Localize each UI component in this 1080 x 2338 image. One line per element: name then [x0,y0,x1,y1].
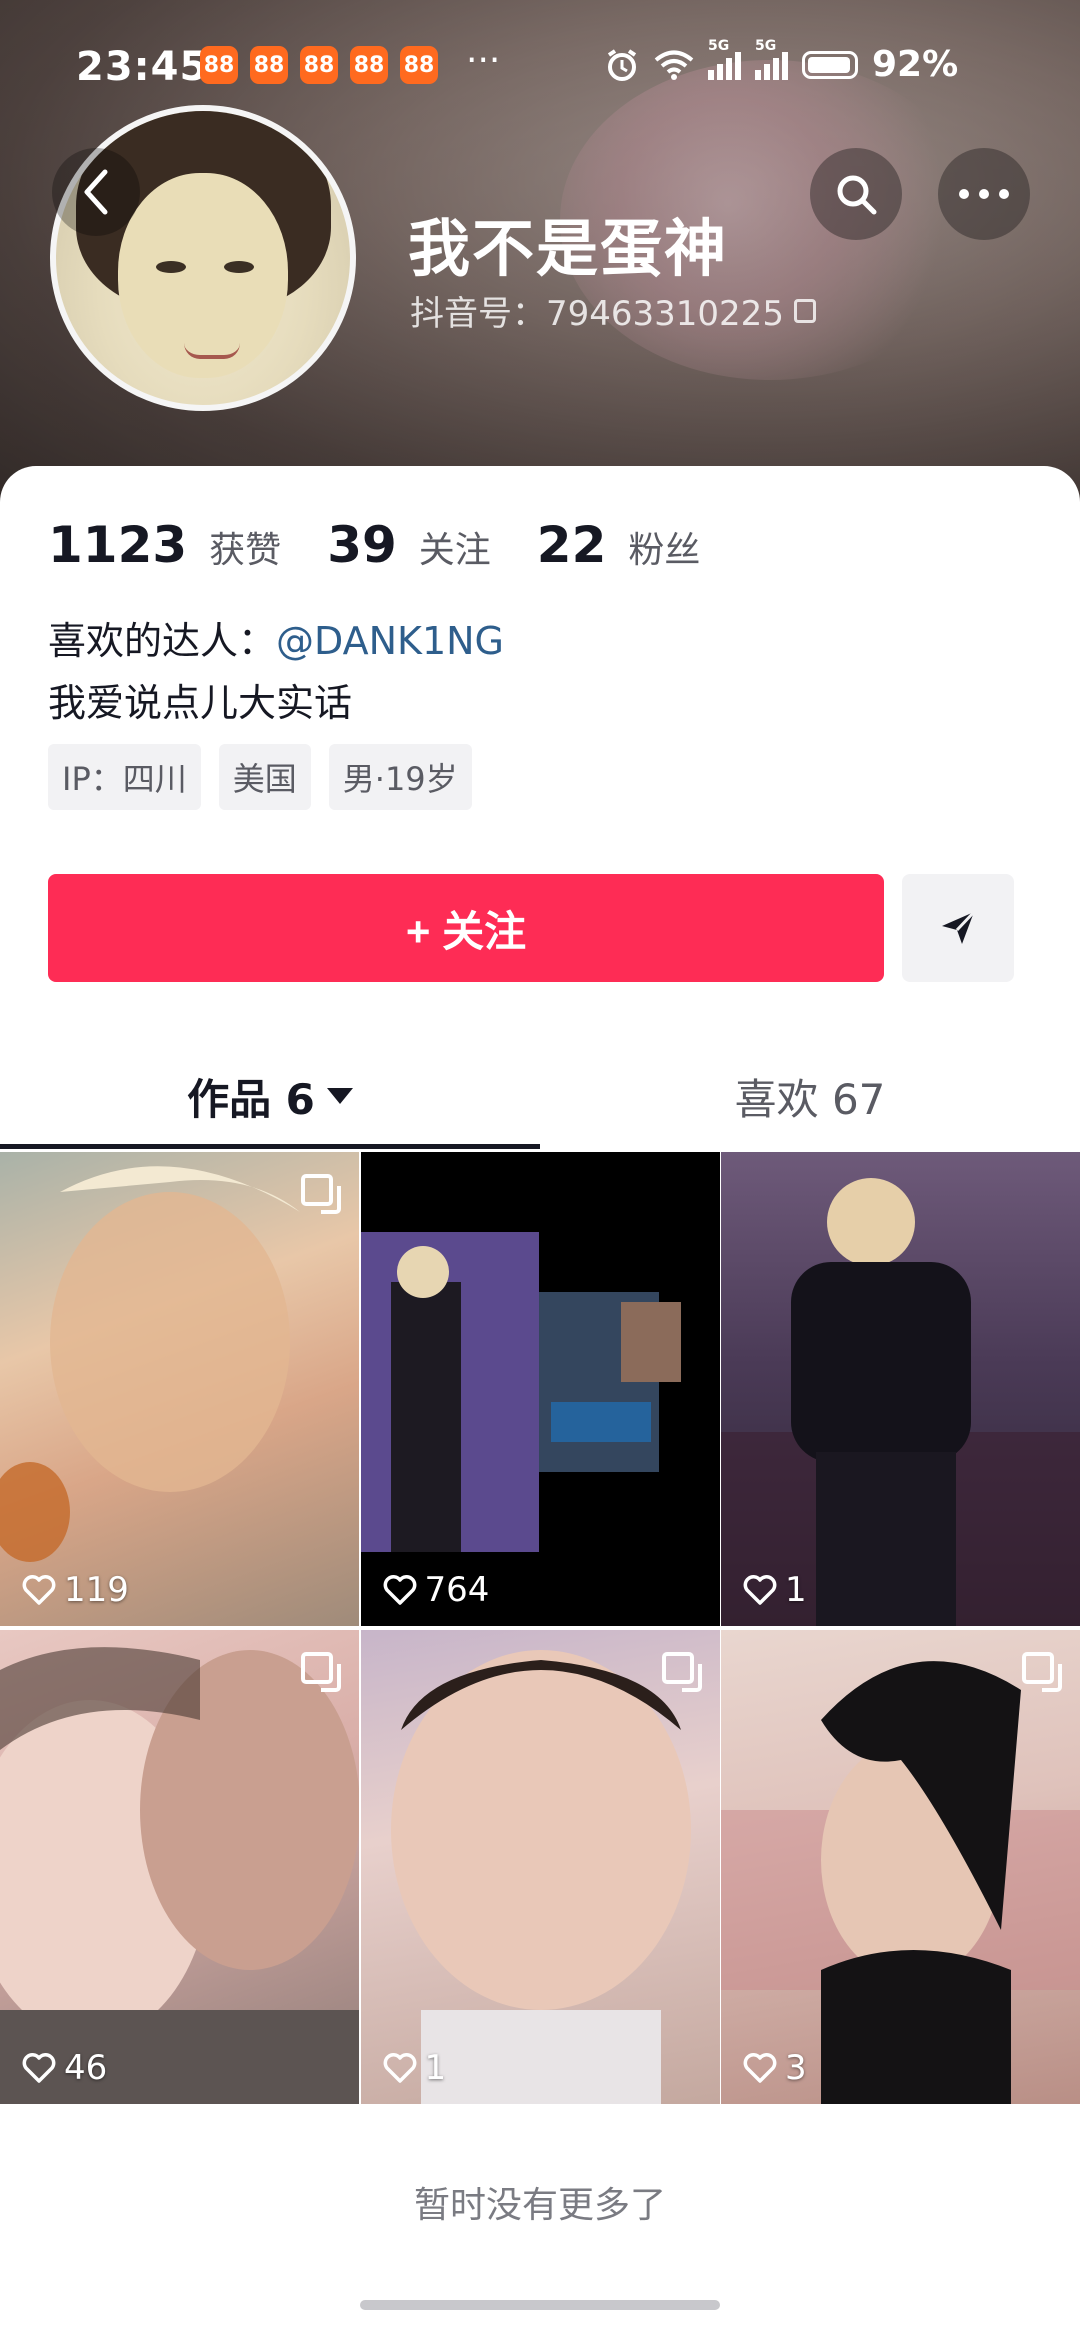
profile-bio: 我爱说点儿大实话 [48,681,353,725]
video-likes: 764 [383,1570,489,1610]
likes-label: 获赞 [209,530,282,571]
ip-location-tag: IP：四川 [48,744,201,810]
thumbnail-image [0,1166,300,1562]
cell-signal-icon: 5G [708,38,741,80]
app-notification-icon: 88 [300,46,338,84]
heart-outline-icon [743,2053,777,2083]
region-tag: 美国 [218,744,311,810]
tab-works[interactable]: 作品 6 [0,1046,540,1146]
multi-image-icon [301,1174,341,1214]
app-notification-icon: 88 [350,46,388,84]
heart-outline-icon [383,2053,416,2083]
video-likes: 119 [22,1570,129,1610]
profile-stats: 1123 获赞 39 关注 22 粉丝 [48,516,724,574]
end-of-list-text: 暂时没有更多了 [413,2185,666,2226]
heart-outline-icon [743,1575,777,1605]
heart-outline-icon [22,2053,56,2083]
chevron-left-icon [84,169,108,215]
thumbnail-image [390,1650,691,2104]
video-thumbnail[interactable]: 119 [0,1152,359,1626]
alarm-icon [607,48,637,81]
heart-outline-icon [22,1575,56,1605]
more-options-button[interactable] [938,148,1030,240]
cell-signal-icon: 5G [755,38,788,80]
active-tab-indicator [0,1144,540,1149]
back-button[interactable] [52,148,140,236]
video-thumbnail[interactable]: 764 [360,1152,720,1626]
status-time: 23:45 [76,44,209,90]
video-likes: 1 [743,1570,807,1610]
profile-tags: IP：四川 美国 男·19岁 [48,744,472,810]
profile-id-text: 抖音号：79463310225 [410,294,784,334]
more-notifications-icon: ··· [466,40,501,81]
video-thumbnail[interactable]: 1 [721,1152,1080,1626]
video-likes: 1 [383,2048,446,2088]
followers-label[interactable]: 粉丝 [628,521,700,573]
tab-liked[interactable]: 喜欢 67 [540,1046,1080,1146]
followers-count[interactable]: 22 [537,516,607,574]
app-notification-icon: 88 [250,46,288,84]
send-icon [942,910,976,944]
app-notification-icon: 88 [400,46,438,84]
tab-works-label: 作品 6 [187,1074,315,1124]
home-indicator[interactable] [360,2300,720,2310]
video-likes: 3 [743,2048,807,2088]
follow-button[interactable]: + 关注 [48,874,884,982]
wifi-icon [654,50,694,80]
gender-age-tag: 男·19岁 [328,744,472,810]
thumbnail-image [0,1647,359,2104]
app-notification-icon: 88 [200,46,238,84]
thumbnail-image [721,1178,1080,1626]
more-horizontal-icon [959,189,1009,199]
search-button[interactable] [810,148,902,240]
copy-icon[interactable] [793,298,816,323]
video-likes: 46 [22,2048,107,2088]
video-grid: 119 764 1 46 1 3 [0,1152,1080,2104]
send-message-button[interactable] [902,874,1014,982]
following-label[interactable]: 关注 [419,521,491,573]
video-thumbnail[interactable]: 46 [0,1630,359,2104]
multi-image-icon [301,1652,341,1692]
notification-icons: 88 88 88 88 88 [200,46,438,84]
favorite-creator-line: 喜欢的达人：@DANK1NG [48,610,504,665]
likes-count: 1123 [48,516,188,574]
thumbnail-image [721,1661,1080,2104]
battery-icon [802,50,858,79]
profile-id[interactable]: 抖音号：79463310225 [410,286,816,335]
favorite-creator-link[interactable]: @DANK1NG [276,619,504,663]
thumbnail-image [360,1232,681,1552]
caret-down-icon [326,1088,353,1104]
video-thumbnail[interactable]: 1 [360,1630,720,2104]
multi-image-icon [661,1652,702,1692]
profile-name: 我不是蛋神 [408,212,729,285]
favorite-creator-prefix: 喜欢的达人： [48,619,277,663]
multi-image-icon [1022,1652,1062,1692]
battery-percent: 92% [872,44,959,85]
heart-outline-icon [383,1575,416,1605]
content-tabs: 作品 6 喜欢 67 [0,1046,1080,1149]
video-thumbnail[interactable]: 3 [721,1630,1080,2104]
following-count[interactable]: 39 [327,516,397,574]
search-icon [837,175,877,215]
